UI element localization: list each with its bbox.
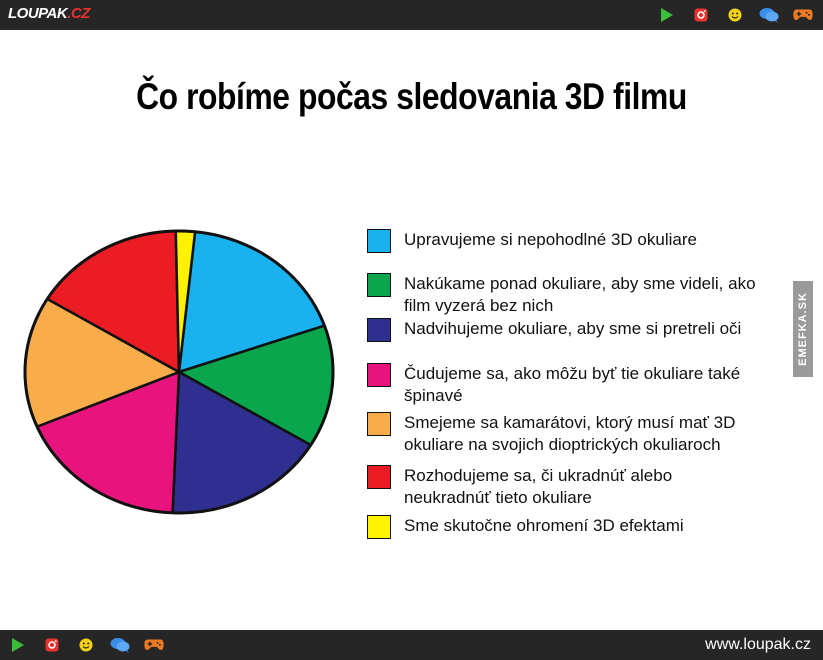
play-icon[interactable] <box>657 5 677 25</box>
legend-swatch <box>367 363 391 387</box>
legend-label: Sme skutočne ohromení 3D efektami <box>404 516 684 535</box>
legend-label: Smejeme sa kamarátovi, ktorý musí mať 3D… <box>404 413 736 454</box>
legend-swatch <box>367 412 391 436</box>
legend-item: Nakúkame ponad okuliare, aby sme videli,… <box>367 273 764 317</box>
logo-domain: .CZ <box>67 5 90 22</box>
site-logo[interactable]: LOUPAK.CZ <box>8 5 90 22</box>
gamepad-icon[interactable] <box>144 635 164 655</box>
legend-swatch <box>367 229 391 253</box>
legend-item: Rozhodujeme sa, či ukradnúť alebo neukra… <box>367 465 734 509</box>
pie-chart <box>23 229 335 515</box>
legend-item: Smejeme sa kamarátovi, ktorý musí mať 3D… <box>367 412 789 456</box>
watermark-text: EMEFKA.SK <box>797 292 809 366</box>
instagram-icon[interactable] <box>42 635 62 655</box>
instagram-icon[interactable] <box>691 5 711 25</box>
smiley-icon[interactable] <box>725 5 745 25</box>
watermark: EMEFKA.SK <box>793 281 813 377</box>
logo-text: LOUPAK <box>8 5 68 22</box>
legend-label: Rozhodujeme sa, či ukradnúť alebo neukra… <box>404 466 673 507</box>
legend-swatch <box>367 515 391 539</box>
chat-icon[interactable] <box>110 635 130 655</box>
legend-swatch <box>367 318 391 342</box>
play-icon[interactable] <box>8 635 28 655</box>
legend-item: Čudujeme sa, ako môžu byť tie okuliare t… <box>367 363 789 407</box>
legend-label: Upravujeme si nepohodlné 3D okuliare <box>404 230 697 249</box>
gamepad-icon[interactable] <box>793 5 813 25</box>
legend-swatch <box>367 273 391 297</box>
bottom-icon-bar <box>8 630 178 660</box>
top-icon-bar <box>643 0 813 30</box>
legend-label: Nakúkame ponad okuliare, aby sme videli,… <box>404 274 756 315</box>
legend-item: Nadvihujeme okuliare, aby sme si pretrel… <box>367 318 789 342</box>
bottom-bar: www.loupak.cz <box>0 630 823 660</box>
legend-swatch <box>367 465 391 489</box>
legend-label: Nadvihujeme okuliare, aby sme si pretrel… <box>404 319 742 338</box>
legend-item: Sme skutočne ohromení 3D efektami <box>367 515 789 539</box>
site-url[interactable]: www.loupak.cz <box>705 636 811 654</box>
chat-icon[interactable] <box>759 5 779 25</box>
legend-label: Čudujeme sa, ako môžu byť tie okuliare t… <box>404 364 741 405</box>
chart-title: Čo robíme počas sledovania 3D filmu <box>136 76 687 117</box>
legend-item: Upravujeme si nepohodlné 3D okuliare <box>367 229 789 253</box>
smiley-icon[interactable] <box>76 635 96 655</box>
top-bar: LOUPAK.CZ <box>0 0 823 30</box>
